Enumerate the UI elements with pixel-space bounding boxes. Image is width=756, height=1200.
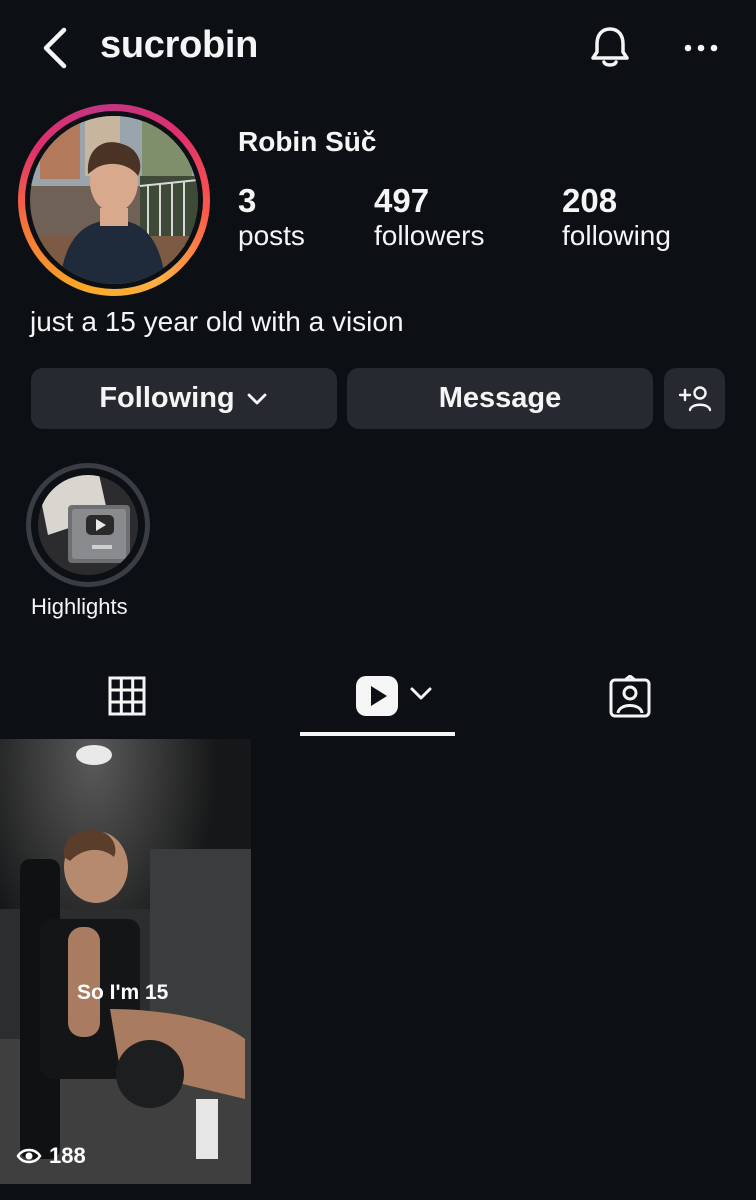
stat-followers-count: 497	[374, 182, 430, 219]
stat-posts[interactable]: 3 posts	[238, 182, 305, 252]
active-tab-indicator	[300, 732, 455, 736]
stat-following[interactable]: 208 following	[562, 182, 671, 252]
reel-caption: So I'm 15	[77, 981, 169, 1004]
stat-following-count: 208	[562, 182, 618, 219]
more-options-icon[interactable]	[680, 36, 722, 60]
chevron-down-icon	[247, 393, 267, 404]
eye-icon	[16, 1148, 42, 1164]
reels-dropdown-chevron-icon[interactable]	[408, 684, 434, 704]
grid-icon[interactable]	[108, 676, 146, 716]
suggested-users-button[interactable]	[664, 368, 725, 429]
stat-followers-label: followers	[374, 220, 485, 251]
stat-following-label: following	[562, 220, 671, 251]
message-button-label: Message	[438, 382, 562, 414]
following-button[interactable]: Following	[31, 368, 337, 429]
add-person-icon	[678, 385, 711, 411]
reels-play-icon[interactable]	[354, 674, 402, 718]
bell-icon[interactable]	[588, 24, 632, 70]
stat-posts-label: posts	[238, 220, 305, 251]
stat-followers[interactable]: 497 followers	[374, 182, 484, 252]
tagged-person-icon[interactable]	[606, 675, 654, 719]
reel-view-count: 188	[49, 1143, 86, 1168]
profile-full-name: Robin Süč	[238, 126, 377, 157]
profile-avatar[interactable]	[30, 116, 198, 284]
highlight-cover[interactable]	[38, 475, 138, 575]
following-button-label: Following	[99, 382, 235, 414]
stat-posts-count: 3	[238, 182, 257, 219]
reel-thumbnail[interactable]	[0, 739, 251, 1184]
back-chevron-icon[interactable]	[36, 26, 72, 70]
profile-bio: just a 15 year old with a vision	[30, 306, 404, 337]
profile-username: sucrobin	[100, 24, 259, 66]
highlight-label: Highlights	[31, 594, 128, 619]
message-button[interactable]: Message	[347, 368, 653, 429]
